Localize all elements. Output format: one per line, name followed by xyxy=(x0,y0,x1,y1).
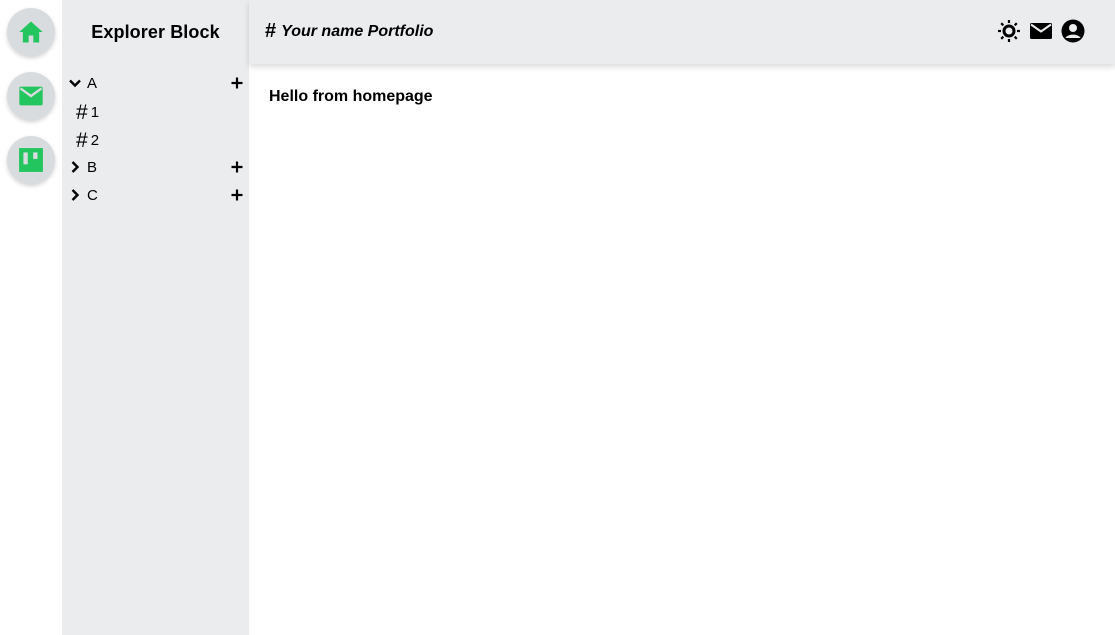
rail-mail-button[interactable] xyxy=(7,72,55,120)
portfolio-title[interactable]: # Your name Portfolio xyxy=(265,20,433,43)
chevron-right-icon[interactable] xyxy=(68,188,82,202)
theme-sun-icon[interactable] xyxy=(997,19,1021,43)
app-rail xyxy=(0,0,62,635)
rail-home-button[interactable] xyxy=(7,8,55,56)
explorer-title: Explorer Block xyxy=(91,22,220,42)
trello-board-icon xyxy=(19,148,43,172)
tree-item-2[interactable]: # 2 xyxy=(76,127,99,153)
tree-folder-b[interactable]: B xyxy=(62,155,249,181)
hash-icon: # xyxy=(76,128,88,152)
explorer-panel: Explorer Block A # 1 # 2 B C xyxy=(62,0,249,635)
tree-folder-label: C xyxy=(87,187,98,204)
top-bar: # Your name Portfolio xyxy=(249,0,1115,64)
tree-folder-label: B xyxy=(87,159,98,176)
mail-icon[interactable] xyxy=(1029,19,1053,43)
tree-folder-a[interactable]: A xyxy=(62,71,249,97)
chevron-down-icon[interactable] xyxy=(68,76,82,90)
tree-item-label: 2 xyxy=(90,131,100,149)
portfolio-title-text: Your name Portfolio xyxy=(281,22,434,40)
add-icon[interactable] xyxy=(230,76,244,90)
hash-icon: # xyxy=(76,100,88,124)
account-icon[interactable] xyxy=(1061,19,1085,43)
mail-icon xyxy=(19,86,43,106)
chevron-right-icon[interactable] xyxy=(68,160,82,174)
hash-icon: # xyxy=(265,20,277,42)
tree-item-label: 1 xyxy=(90,103,100,121)
home-message: Hello from homepage xyxy=(269,88,433,105)
home-icon xyxy=(19,21,43,43)
top-bar-actions xyxy=(997,19,1085,43)
rail-board-button[interactable] xyxy=(7,136,55,184)
tree-folder-label: A xyxy=(87,75,98,92)
tree-folder-c[interactable]: C xyxy=(62,183,249,209)
tree-item-1[interactable]: # 1 xyxy=(76,99,99,125)
add-icon[interactable] xyxy=(230,160,244,174)
add-icon[interactable] xyxy=(230,188,244,202)
